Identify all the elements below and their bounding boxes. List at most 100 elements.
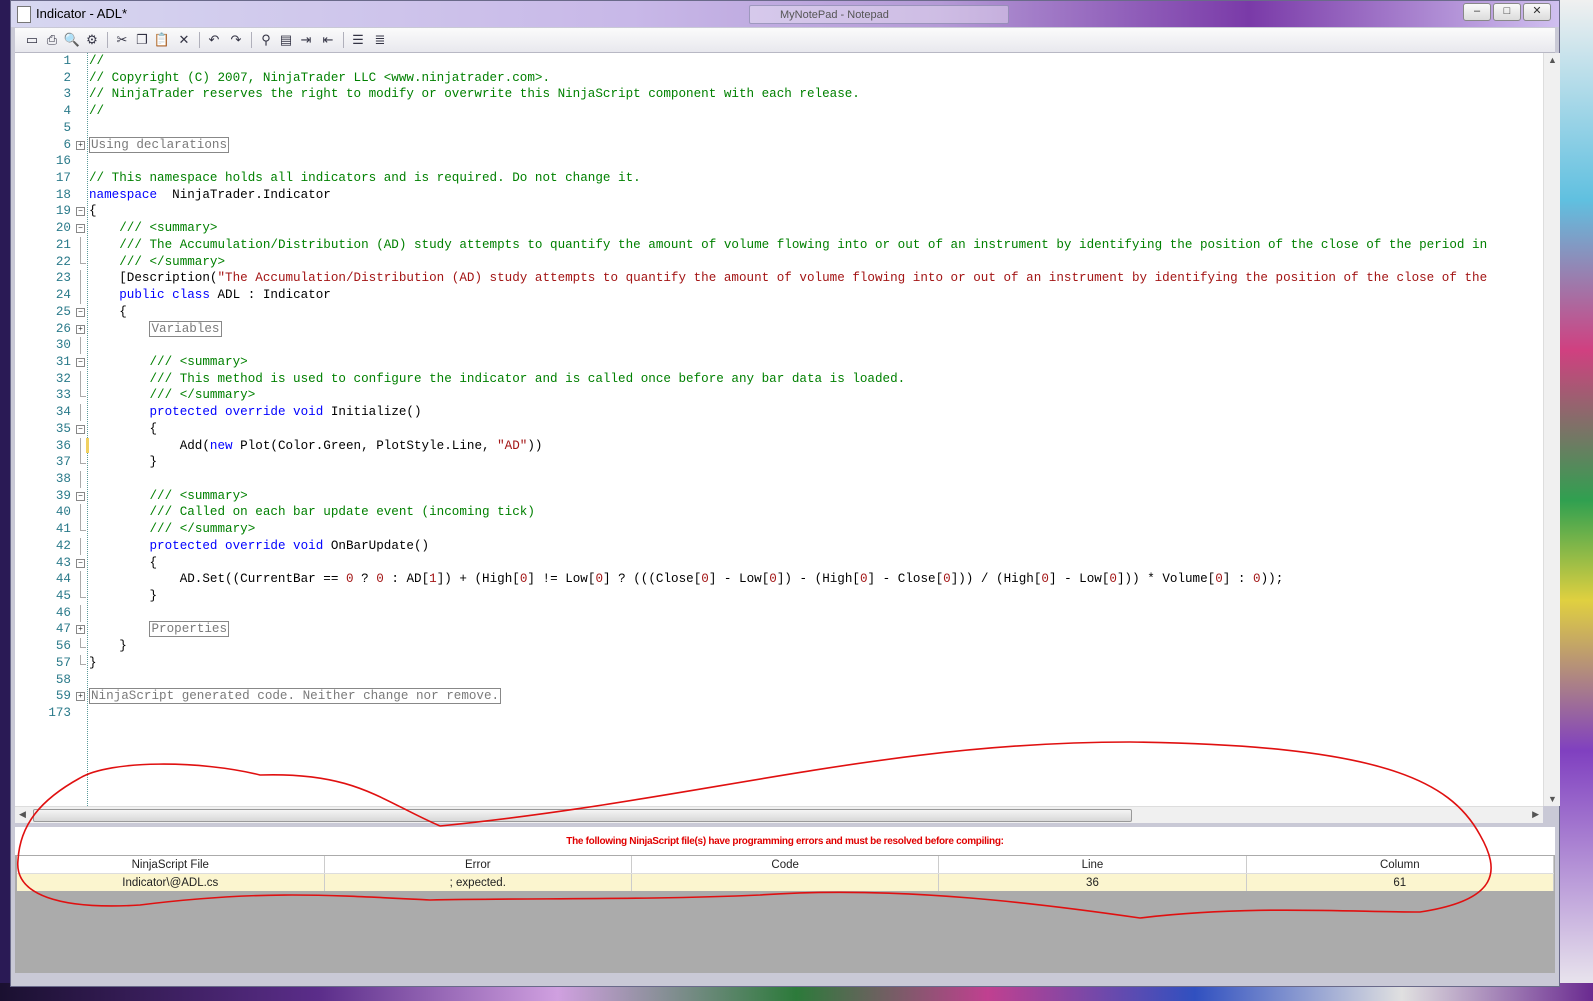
redo-icon[interactable]: ↷ [227, 31, 245, 49]
horizontal-scrollbar[interactable]: ◀ ▶ [15, 806, 1543, 823]
paste-icon[interactable]: 📋 [153, 31, 171, 49]
collapsed-region-label[interactable]: Properties [149, 621, 230, 638]
code-line[interactable]: 35− { [15, 421, 1543, 438]
code-line[interactable]: 24 public class ADL : Indicator [15, 287, 1543, 305]
code-line[interactable]: 17 // This namespace holds all indicators… [15, 170, 1543, 187]
code-line[interactable]: 33 /// </summary> [15, 387, 1543, 404]
collapse-region-icon[interactable]: − [76, 307, 85, 317]
fold-guide [80, 287, 81, 305]
cut-icon[interactable]: ✂ [113, 31, 131, 49]
code-line[interactable]: 44 AD.Set((CurrentBar == 0 ? 0 : AD[1]) … [15, 571, 1543, 589]
uncomment-icon[interactable]: ≣ [371, 31, 389, 49]
code-token: ])) * Volume[ [1116, 572, 1216, 587]
save-icon[interactable]: ▭ [23, 31, 41, 49]
code-line[interactable]: 25− { [15, 304, 1543, 321]
code-line[interactable]: 45 } [15, 588, 1543, 605]
indent-icon[interactable]: ⇥ [297, 31, 315, 49]
code-line[interactable]: 40 /// Called on each bar update event (… [15, 504, 1543, 522]
line-number: 5 [63, 120, 71, 135]
code-line[interactable]: 36 Add(new Plot(Color.Green, PlotStyle.L… [15, 437, 1543, 455]
collapsed-region-label[interactable]: Using declarations [89, 136, 230, 153]
code-line[interactable]: 56 } [15, 638, 1543, 655]
code-line[interactable]: 2 // Copyright (C) 2007, NinjaTrader LLC … [15, 70, 1543, 87]
find-icon[interactable]: ⚲ [257, 31, 275, 49]
code-line[interactable]: 59 + NinjaScript generated code. Neither c… [15, 688, 1543, 705]
expand-region-icon[interactable]: + [76, 692, 85, 702]
code-line[interactable]: 23 [Description("The Accumulation/Distri… [15, 270, 1543, 288]
delete-icon[interactable]: ✕ [175, 31, 193, 49]
code-line[interactable]: 3 // NinjaTrader reserves the right to mo… [15, 86, 1543, 103]
code-line[interactable]: 31− /// <summary> [15, 354, 1543, 371]
code-token: protected override void [149, 538, 324, 553]
outdent-icon[interactable]: ⇤ [319, 31, 337, 49]
code-line[interactable]: 46 [15, 604, 1543, 622]
line-number: 19 [55, 204, 71, 219]
code-line[interactable]: 30 [15, 337, 1543, 355]
title-bar[interactable]: Indicator - ADL* MyNotePad - Notepad – □… [11, 1, 1559, 27]
code-line[interactable]: 38 [15, 471, 1543, 488]
print-preview-icon[interactable]: 🔍 [63, 31, 81, 49]
code-line[interactable]: 6 + Using declarations [15, 136, 1543, 154]
maximize-button[interactable]: □ [1493, 3, 1521, 21]
comment-icon[interactable]: ☰ [349, 31, 367, 49]
code-line[interactable]: 1 // [15, 53, 1543, 70]
collapsed-region-label[interactable]: NinjaScript generated code. Neither chan… [89, 688, 502, 705]
code-line[interactable]: 39− /// <summary> [15, 488, 1543, 505]
code-line[interactable]: 34 protected override void Initialize() [15, 404, 1543, 422]
code-line[interactable]: 41 /// </summary> [15, 521, 1543, 538]
collapse-region-icon[interactable]: − [76, 207, 85, 217]
code-line[interactable]: 26 + Variables [15, 320, 1543, 338]
undo-icon[interactable]: ↶ [205, 31, 223, 49]
scroll-right-arrow-icon[interactable]: ▶ [1532, 809, 1539, 820]
error-row[interactable]: Indicator\@ADL.cs; expected. 36 61 [17, 873, 1555, 891]
scroll-left-arrow-icon[interactable]: ◀ [19, 809, 26, 820]
code-line[interactable]: 173 [15, 705, 1543, 722]
scroll-down-arrow-icon[interactable]: ▼ [1548, 794, 1557, 804]
code-line[interactable]: 58 [15, 672, 1543, 689]
column-header[interactable]: NinjaScript File [17, 856, 325, 874]
code-line[interactable]: 32 /// This method is used to configure … [15, 370, 1543, 388]
fold-end [80, 253, 86, 264]
copy-icon[interactable]: ❐ [133, 31, 151, 49]
horizontal-scroll-thumb[interactable] [33, 809, 1132, 822]
collapse-region-icon[interactable]: − [76, 558, 85, 568]
code-line[interactable]: 5 [15, 120, 1543, 137]
code-line[interactable]: 20− /// <summary> [15, 220, 1543, 237]
code-line[interactable]: 43− { [15, 555, 1543, 572]
collapse-region-icon[interactable]: − [76, 357, 85, 367]
compile-icon[interactable]: ⚙ [83, 31, 101, 49]
code-line[interactable]: 4 // [15, 103, 1543, 120]
code-editor[interactable]: 1 // 2 // Copyright (C) 2007, NinjaTrader L… [15, 53, 1543, 806]
print-icon[interactable]: ⎙ [43, 31, 61, 49]
line-number: 32 [55, 371, 71, 386]
code-line[interactable]: 22 /// </summary> [15, 253, 1543, 271]
line-number: 42 [55, 538, 71, 553]
code-line[interactable]: 19−{ [15, 203, 1543, 220]
minimize-button[interactable]: – [1463, 3, 1491, 21]
column-header[interactable]: Code [631, 856, 940, 874]
code-line[interactable]: 57} [15, 654, 1543, 672]
code-line[interactable]: 18 namespace NinjaTrader.Indicator [15, 187, 1543, 204]
code-text: // This namespace holds all indicators a… [89, 170, 641, 187]
code-line[interactable]: 42 protected override void OnBarUpdate() [15, 537, 1543, 555]
expand-region-icon[interactable]: + [76, 324, 85, 334]
code-line[interactable]: 21 /// The Accumulation/Distribution (AD… [15, 236, 1543, 254]
code-token: 0 [1215, 572, 1223, 587]
column-header[interactable]: Column [1246, 856, 1555, 874]
collapsed-region-label[interactable]: Variables [149, 320, 222, 337]
code-line[interactable]: 47 + Properties [15, 621, 1543, 638]
find-replace-icon[interactable]: ▤ [277, 31, 295, 49]
vertical-scrollbar[interactable]: ▲ ▼ [1543, 53, 1560, 806]
collapse-region-icon[interactable]: − [76, 424, 85, 434]
close-button[interactable]: ✕ [1523, 3, 1551, 21]
column-header[interactable]: Error [324, 856, 632, 874]
code-line[interactable]: 16 [15, 153, 1543, 170]
expand-region-icon[interactable]: + [76, 625, 85, 635]
code-token: 0 [345, 572, 354, 587]
scroll-up-arrow-icon[interactable]: ▲ [1548, 55, 1557, 65]
code-line[interactable]: 37 } [15, 454, 1543, 471]
collapse-region-icon[interactable]: − [76, 491, 85, 501]
expand-region-icon[interactable]: + [76, 140, 85, 150]
collapse-region-icon[interactable]: − [76, 224, 85, 234]
column-header[interactable]: Line [938, 856, 1247, 874]
